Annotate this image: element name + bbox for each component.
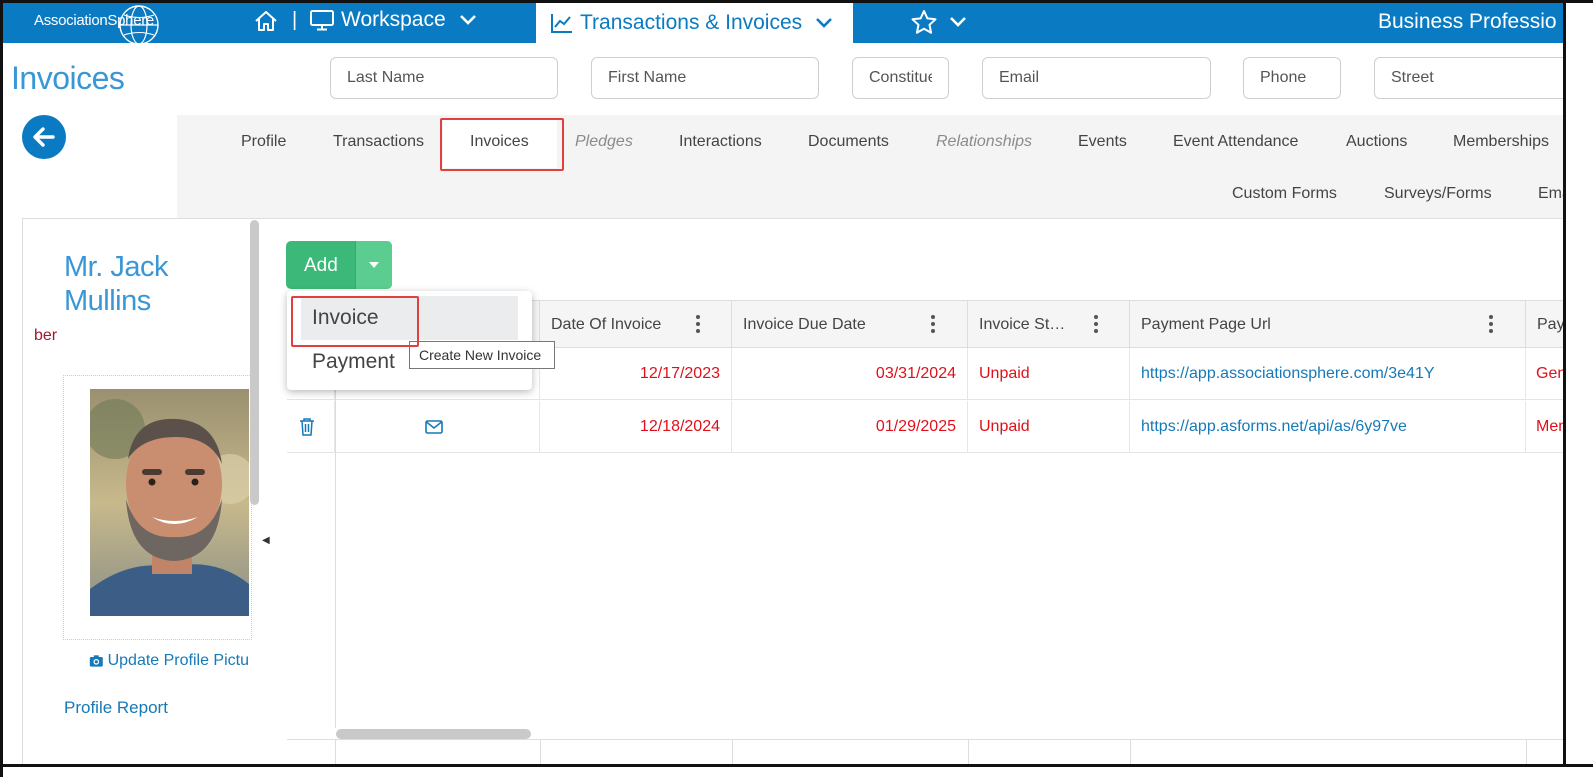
payment-page-url-link[interactable]: https://app.asforms.net/api/as/6y97ve	[1130, 401, 1526, 453]
chevron-down-icon	[816, 18, 833, 28]
business-professional-label[interactable]: Business Professio	[1378, 10, 1557, 34]
grid-horizontal-scrollbar[interactable]	[336, 729, 531, 739]
collapse-panel-icon[interactable]: ◀	[262, 535, 270, 546]
invoice-due-date-cell: 01/29/2025	[732, 401, 968, 453]
row-actions-cell	[287, 401, 335, 453]
update-profile-picture-label: Update Profile Pictu	[107, 652, 249, 669]
tab-auctions[interactable]: Auctions	[1346, 133, 1407, 151]
email-input[interactable]	[982, 57, 1211, 99]
column-header-invoice-due-date[interactable]: Invoice Due Date	[732, 301, 968, 348]
top-navigation-bar: AssociationSphere | Workspace Transactio…	[0, 0, 1593, 45]
profile-panel-border	[22, 218, 23, 777]
home-icon[interactable]	[253, 9, 279, 38]
column-header-label: Invoice Due Date	[743, 316, 866, 333]
chevron-down-icon	[950, 17, 966, 27]
tab-interactions[interactable]: Interactions	[679, 133, 762, 151]
tab-profile[interactable]: Profile	[241, 133, 286, 151]
profile-photo	[90, 389, 249, 616]
globe-icon	[119, 5, 159, 45]
window-frame-right	[1563, 0, 1566, 767]
name-line-1: Mr. Jack	[64, 251, 168, 283]
grid-footer-border	[287, 739, 1567, 740]
profile-tabs-bar	[177, 115, 1567, 219]
column-header-label: Pay	[1537, 316, 1565, 333]
window-frame-left	[0, 0, 3, 777]
add-button[interactable]: Add	[286, 241, 392, 289]
payment-cell: Gene	[1536, 365, 1567, 382]
nav-separator: |	[292, 9, 298, 31]
transactions-invoices-menu[interactable]: Transactions & Invoices	[536, 3, 853, 43]
tab-relationships[interactable]: Relationships	[936, 133, 1032, 151]
column-menu-icon[interactable]	[931, 315, 935, 336]
workspace-menu[interactable]: Workspace	[309, 8, 478, 32]
street-input[interactable]	[1374, 57, 1569, 99]
caret-down-icon	[369, 262, 379, 268]
date-of-invoice-cell: 12/18/2024	[540, 401, 732, 453]
arrow-left-icon	[33, 127, 55, 147]
column-header-label: Invoice St…	[979, 316, 1066, 333]
row-email-cell	[335, 401, 540, 453]
column-menu-icon[interactable]	[696, 315, 700, 336]
add-button-label: Add	[304, 255, 338, 276]
outer-margin-bottom	[0, 767, 1593, 777]
tab-events[interactable]: Events	[1078, 133, 1127, 151]
window-frame-top	[0, 0, 1593, 3]
grid-frozen-divider	[335, 348, 336, 728]
tab-documents[interactable]: Documents	[808, 133, 889, 151]
column-header-payment[interactable]: Pay	[1526, 301, 1567, 348]
star-icon	[911, 10, 937, 34]
profile-panel-top-border	[22, 218, 262, 219]
invoice-status-cell: Unpaid	[968, 348, 1130, 400]
first-name-input[interactable]	[591, 57, 819, 99]
invoice-status-cell: Unpaid	[968, 401, 1130, 453]
column-header-payment-page-url[interactable]: Payment Page Url	[1130, 301, 1526, 348]
table-row[interactable]: 12/18/2024 01/29/2025 Unpaid https://app…	[287, 401, 1567, 453]
line-chart-icon	[551, 14, 572, 33]
transactions-invoices-label: Transactions & Invoices	[580, 11, 803, 34]
trash-icon[interactable]	[298, 417, 316, 437]
constituent-name: Mr. Jack Mullins	[64, 250, 168, 318]
envelope-icon[interactable]	[425, 420, 443, 434]
column-header-label: Payment Page Url	[1141, 316, 1271, 333]
menu-item-invoice[interactable]: Invoice	[301, 296, 518, 340]
update-profile-picture-link[interactable]: Update Profile Pictu	[89, 652, 249, 670]
payment-cell: Mem	[1536, 418, 1567, 435]
membership-status-text: ber	[34, 327, 58, 344]
profile-report-link[interactable]: Profile Report	[64, 698, 168, 718]
tab-custom-forms[interactable]: Custom Forms	[1232, 185, 1337, 203]
camera-icon	[89, 655, 103, 667]
column-menu-icon[interactable]	[1489, 315, 1493, 336]
tab-event-attendance[interactable]: Event Attendance	[1173, 133, 1298, 151]
column-header-label: Date Of Invoice	[551, 316, 662, 333]
column-menu-icon[interactable]	[1094, 315, 1098, 336]
chevron-down-icon	[459, 15, 476, 25]
page-title: Invoices	[11, 60, 125, 96]
add-dropdown-toggle[interactable]	[355, 241, 392, 289]
date-of-invoice-cell: 12/17/2023	[540, 348, 732, 400]
name-line-2: Mullins	[64, 285, 151, 317]
window-frame-bottom	[0, 764, 1593, 767]
phone-input[interactable]	[1243, 57, 1341, 99]
column-header-invoice-status[interactable]: Invoice St…	[968, 301, 1130, 348]
column-header-date-of-invoice[interactable]: Date Of Invoice	[540, 301, 732, 348]
workspace-label: Workspace	[341, 8, 446, 31]
outer-margin-right	[1566, 0, 1593, 777]
monitor-icon	[310, 10, 334, 31]
favorites-menu[interactable]	[910, 9, 968, 35]
tab-pledges[interactable]: Pledges	[575, 133, 633, 151]
create-new-invoice-tooltip: Create New Invoice	[409, 341, 555, 369]
invoice-due-date-cell: 03/31/2024	[732, 348, 968, 400]
constituent-input[interactable]	[852, 57, 949, 99]
tab-transactions[interactable]: Transactions	[333, 133, 424, 151]
payment-page-url-link[interactable]: https://app.associationsphere.com/3e41Y	[1130, 348, 1526, 400]
back-button[interactable]	[22, 115, 66, 159]
tab-memberships[interactable]: Memberships	[1453, 133, 1549, 151]
tab-invoices[interactable]: Invoices	[470, 133, 529, 151]
last-name-input[interactable]	[330, 57, 558, 99]
tab-surveys-forms[interactable]: Surveys/Forms	[1384, 185, 1492, 203]
